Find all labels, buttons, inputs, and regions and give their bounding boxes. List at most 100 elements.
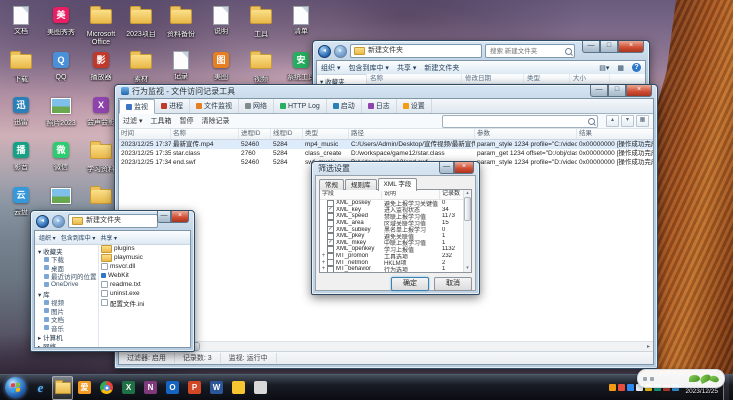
toolbar-button[interactable]: 包含到库中 ▾ bbox=[61, 233, 96, 242]
close-icon[interactable]: × bbox=[454, 162, 474, 174]
list-item[interactable]: plugins bbox=[99, 244, 190, 253]
minimize-icon[interactable]: — bbox=[590, 85, 608, 97]
toolbar-button[interactable]: 暂停 bbox=[179, 116, 193, 126]
desktop-icon[interactable]: 工具 bbox=[242, 4, 280, 46]
checkbox[interactable] bbox=[327, 246, 334, 253]
column-header[interactable]: 参数 bbox=[475, 129, 577, 139]
checkbox[interactable]: ✓ bbox=[327, 226, 334, 233]
column-header[interactable]: 名称 bbox=[367, 74, 462, 83]
dialog-tab-1[interactable]: 常规 bbox=[319, 179, 344, 190]
list-item[interactable]: readme.txt bbox=[99, 280, 190, 289]
taskbar-app-app[interactable]: 爱 bbox=[74, 375, 95, 400]
toolbar-button[interactable]: 组织 ▾ bbox=[321, 63, 340, 73]
toolbar-button[interactable]: 组织 ▾ bbox=[39, 233, 56, 242]
monitor-tab-7[interactable]: 日志 bbox=[362, 99, 397, 113]
desktop-icon[interactable]: 美美图秀秀 bbox=[42, 4, 80, 46]
dialog-tab-3[interactable]: XML 字段 bbox=[377, 178, 418, 191]
forward-button[interactable]: ▸ bbox=[52, 214, 65, 228]
view-grid-button[interactable]: ▦ bbox=[636, 115, 649, 127]
sort-desc-button[interactable]: ▾ bbox=[621, 115, 634, 127]
help-icon[interactable]: ? bbox=[632, 63, 641, 72]
taskbar-app-app[interactable]: P bbox=[184, 375, 205, 400]
monitor-tab-4[interactable]: 网络 bbox=[239, 99, 274, 113]
tray-icon[interactable] bbox=[618, 384, 626, 391]
column-header[interactable]: 路径 bbox=[349, 129, 475, 139]
toolbar-button[interactable]: 清除记录 bbox=[201, 116, 229, 126]
maximize-icon[interactable]: □ bbox=[600, 41, 618, 53]
horizontal-scrollbar[interactable]: ◂ ▸ bbox=[119, 341, 653, 351]
desktop-icon[interactable]: 照片2023 bbox=[42, 94, 80, 136]
dialog-row[interactable]: ✓ XML_key 进入监视状态 34 bbox=[320, 206, 471, 214]
checkbox[interactable] bbox=[327, 252, 334, 260]
list-item[interactable]: uninst.exe bbox=[99, 289, 190, 298]
expand-toggle[interactable]: + bbox=[320, 253, 327, 259]
column-header[interactable]: 字段 bbox=[320, 190, 382, 199]
checkbox[interactable] bbox=[327, 232, 334, 240]
taskbar-app-ie[interactable]: e bbox=[30, 375, 51, 400]
dialog-row[interactable]: XML_openkey 学习上报值 1132 bbox=[320, 246, 471, 253]
nav-section[interactable]: ▾ 库 bbox=[38, 289, 98, 299]
minimize-icon[interactable]: — bbox=[157, 211, 171, 223]
table-row[interactable]: 2023/12/25 17:37 最新宣传.mp4 52460 5284 mp4_mus… bbox=[119, 140, 653, 149]
sort-asc-button[interactable]: ▴ bbox=[606, 115, 619, 127]
taskbar-app-app[interactable]: O bbox=[162, 375, 183, 400]
search-input[interactable] bbox=[488, 46, 565, 56]
toolbar-button[interactable]: 过滤 ▾ bbox=[123, 116, 142, 126]
desktop-icon[interactable]: 资料备份 bbox=[162, 4, 200, 46]
desktop-icon[interactable]: Microsoft Office bbox=[82, 4, 120, 46]
checkbox[interactable] bbox=[327, 259, 334, 266]
column-header[interactable]: 线程ID bbox=[271, 129, 303, 139]
table-row[interactable]: 2023/12/25 17:35 star.class 2760 5284 class_… bbox=[119, 149, 653, 158]
toolbar-button[interactable]: 新建文件夹 bbox=[424, 63, 459, 73]
nav-item[interactable]: 桌面 bbox=[38, 264, 98, 272]
ok-button[interactable]: 确定 bbox=[391, 277, 429, 291]
taskbar-app-app[interactable] bbox=[250, 375, 271, 400]
toolbar-button[interactable]: 共享 ▾ bbox=[397, 63, 416, 73]
desktop-icon[interactable]: 说明 bbox=[202, 4, 240, 46]
desktop-icon[interactable]: 文档 bbox=[2, 4, 40, 46]
checkbox[interactable] bbox=[327, 200, 334, 207]
forward-button[interactable]: ▸ bbox=[334, 44, 347, 58]
taskbar-app-chrome[interactable] bbox=[96, 375, 117, 400]
monitor-tab-5[interactable]: HTTP Log bbox=[274, 99, 327, 113]
dialog-row[interactable]: XML_pkey 避免关联值 1 bbox=[320, 232, 471, 240]
scroll-right-icon[interactable]: ▸ bbox=[644, 343, 653, 350]
expand-toggle[interactable]: + bbox=[320, 266, 327, 272]
desktop-icon[interactable]: 迅迅雷 bbox=[2, 94, 40, 136]
search-box[interactable] bbox=[485, 44, 575, 58]
nav-item[interactable]: 最近访问的位置 bbox=[38, 272, 98, 281]
checkbox[interactable] bbox=[327, 213, 334, 220]
nav-item[interactable]: 下载 bbox=[38, 255, 98, 264]
preview-pane-button[interactable]: ▦ bbox=[617, 64, 624, 72]
tray-icon[interactable] bbox=[627, 384, 635, 391]
filter-search-box[interactable] bbox=[442, 114, 598, 128]
taskbar-app-app[interactable]: W bbox=[206, 375, 227, 400]
nav-section[interactable]: ▸ 网络 bbox=[38, 341, 98, 348]
nav-item[interactable]: 视频 bbox=[38, 298, 98, 307]
minimize-icon[interactable]: — bbox=[582, 41, 600, 53]
column-header[interactable]: 说明 bbox=[382, 190, 440, 199]
nav-section[interactable]: ▾ 收藏夹 bbox=[38, 246, 98, 256]
toolbar-button[interactable]: 工具箱 bbox=[150, 116, 171, 126]
list-item[interactable]: WebKit bbox=[99, 271, 190, 280]
column-header[interactable]: 类型 bbox=[524, 74, 570, 83]
checkbox[interactable]: ✓ bbox=[327, 206, 334, 214]
monitor-tab-3[interactable]: 文件监视 bbox=[190, 99, 239, 113]
dialog-row[interactable]: XML_area 区域关联学习值 15 bbox=[320, 219, 471, 227]
taskbar-app-app[interactable]: N bbox=[140, 375, 161, 400]
views-button[interactable]: ▤▾ bbox=[599, 64, 609, 72]
column-header[interactable]: 类型 bbox=[303, 129, 349, 139]
list-item[interactable]: msvcr.dll bbox=[99, 262, 190, 271]
dialog-row[interactable]: ✓ XML_subkey 黑名单上报学习 0 bbox=[320, 226, 471, 233]
dialog-row[interactable]: XML_poskey 避免上报学习关键值 0 bbox=[320, 200, 471, 207]
desktop-icon[interactable]: 2023项目 bbox=[122, 4, 160, 46]
taskbar-app-app[interactable] bbox=[228, 375, 249, 400]
maximize-icon[interactable]: □ bbox=[608, 85, 626, 97]
checkbox[interactable] bbox=[327, 219, 334, 227]
tray-icon[interactable] bbox=[609, 384, 617, 391]
close-icon[interactable]: × bbox=[626, 85, 652, 97]
dialog-row[interactable]: XML_speed 禁联上报学习值 1173 bbox=[320, 213, 471, 220]
start-button[interactable] bbox=[5, 377, 26, 398]
column-header[interactable]: 结果 bbox=[577, 129, 653, 139]
dialog-row[interactable]: + MT_promon 工具选项 232 bbox=[320, 252, 471, 260]
